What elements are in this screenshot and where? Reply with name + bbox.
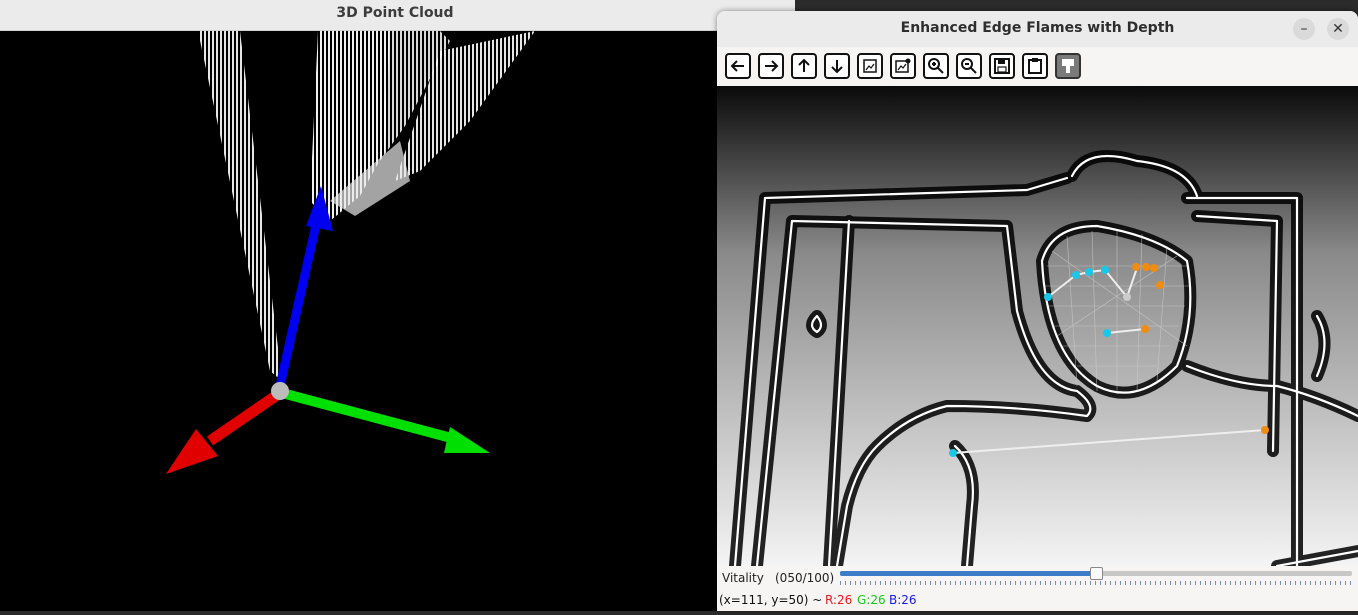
y-axis-arrow — [280, 388, 490, 453]
arrow-right-icon — [765, 60, 779, 72]
status-blue-value: B:26 — [889, 593, 917, 607]
edge-flames-image[interactable] — [717, 86, 1358, 572]
arrow-up-icon — [798, 58, 810, 72]
clipboard-icon — [1028, 58, 1042, 74]
image-icon — [863, 59, 877, 73]
x-axis-arrow — [166, 388, 284, 474]
status-bar: (x=111, y=50) ~ R:26 G:26 B:26 — [717, 590, 1358, 611]
trackbar-ticks — [840, 581, 1352, 585]
point-cloud-title: 3D Point Cloud — [336, 5, 454, 21]
zoom-in-icon — [928, 58, 944, 74]
arrow-down-icon — [831, 60, 843, 74]
status-green-value: G:26 — [857, 593, 886, 607]
edge-flames-window: Enhanced Edge Flames with Depth – ✕ Vita… — [717, 11, 1358, 611]
save-image-button[interactable] — [989, 53, 1015, 79]
point-cloud-titlebar[interactable]: 3D Point Cloud — [0, 0, 795, 31]
edge-flames-titlebar[interactable]: Enhanced Edge Flames with Depth – ✕ — [717, 11, 1358, 47]
axis-origin — [271, 382, 289, 400]
point-cloud-window: 3D Point Cloud — [0, 0, 795, 611]
zoom-in-button[interactable] — [923, 53, 949, 79]
point-cloud-points — [198, 31, 535, 381]
edge-flames-title: Enhanced Edge Flames with Depth — [900, 20, 1175, 36]
trackbar-label: Vitality — [722, 571, 764, 585]
point-cloud-viewport[interactable] — [0, 31, 795, 611]
pan-left-button[interactable] — [725, 53, 751, 79]
pan-right-button[interactable] — [758, 53, 784, 79]
zoom-out-icon — [961, 58, 977, 74]
zoom-out-button[interactable] — [956, 53, 982, 79]
image-toolbar — [717, 49, 1358, 85]
zoom-original-button[interactable] — [890, 53, 916, 79]
copy-to-clipboard-button[interactable] — [1022, 53, 1048, 79]
image-edit-icon — [895, 58, 911, 73]
arrow-left-icon — [730, 60, 744, 72]
minimize-button[interactable]: – — [1293, 18, 1315, 40]
save-icon — [994, 58, 1010, 74]
status-coordinates: (x=111, y=50) ~ — [719, 593, 823, 607]
pan-up-button[interactable] — [791, 53, 817, 79]
z-axis-arrow — [275, 186, 333, 387]
properties-button[interactable] — [1055, 53, 1081, 79]
status-red-value: R:26 — [825, 593, 853, 607]
trackbar-track[interactable] — [840, 567, 1352, 580]
pan-down-button[interactable] — [824, 53, 850, 79]
brush-icon — [1062, 59, 1074, 73]
vitality-trackbar: Vitality (050/100) — [717, 567, 1358, 589]
trackbar-fill — [840, 571, 1096, 576]
close-button[interactable]: ✕ — [1327, 18, 1349, 40]
trackbar-value: (050/100) — [775, 571, 835, 585]
trackbar-handle[interactable] — [1090, 567, 1103, 580]
zoom-fit-button[interactable] — [857, 53, 883, 79]
